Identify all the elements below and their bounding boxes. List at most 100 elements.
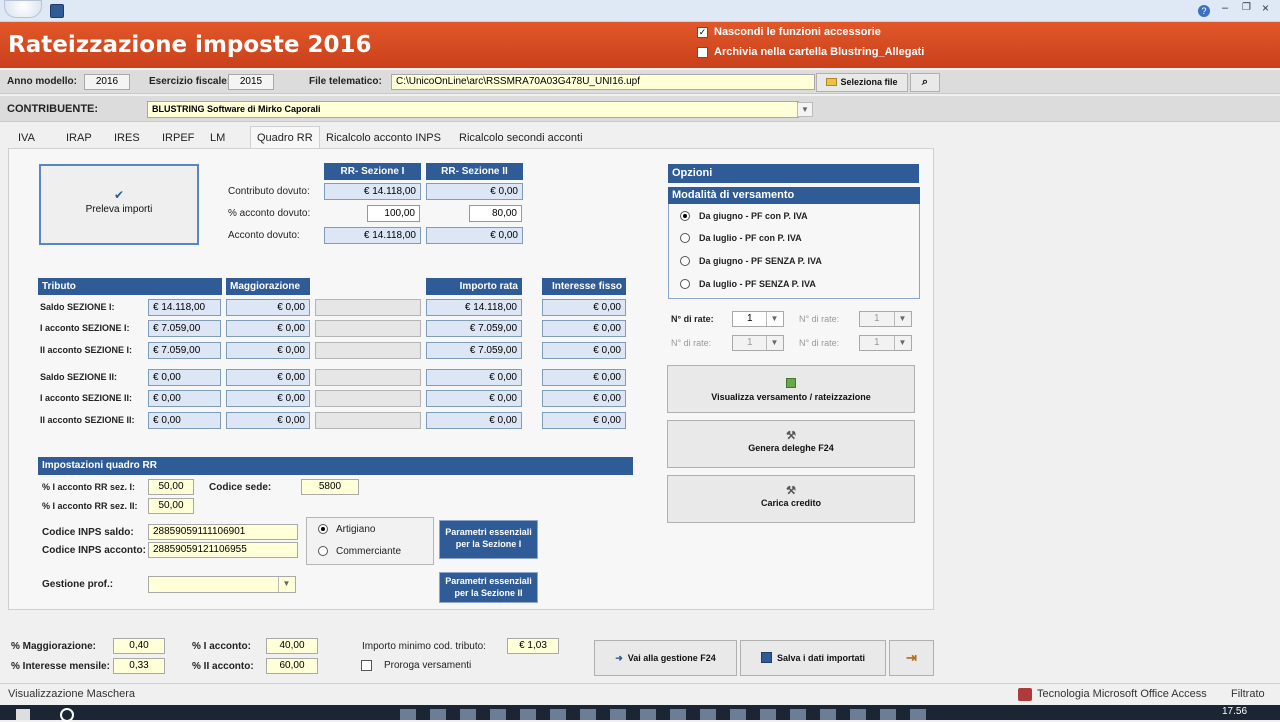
row-tributo[interactable]: € 0,00: [148, 412, 221, 429]
tab-lm[interactable]: LM: [208, 128, 227, 148]
parametri-sez2-button[interactable]: Parametri essenziali per la Sezione II: [439, 572, 538, 603]
restore-icon[interactable]: ❐: [1242, 2, 1251, 13]
row-empty: [315, 299, 421, 316]
chevron-down-icon[interactable]: ▼: [894, 312, 910, 326]
tab-ricalcolo-inps[interactable]: Ricalcolo acconto INPS: [324, 128, 443, 148]
row-tributo[interactable]: € 0,00: [148, 390, 221, 407]
row-interesse[interactable]: € 0,00: [542, 320, 626, 337]
preleva-label: Preleva importi: [85, 204, 153, 215]
row-interesse[interactable]: € 0,00: [542, 342, 626, 359]
contributo-label: Contributo dovuto:: [228, 186, 310, 197]
interesse-fisso-header: Interesse fisso: [542, 278, 626, 295]
row-magg[interactable]: € 0,00: [226, 390, 310, 407]
row-importo[interactable]: € 7.059,00: [426, 320, 522, 337]
magnifier-icon: ⌕: [921, 76, 929, 88]
contribuente-band: CONTRIBUENTE: BLUSTRING Software di Mirk…: [0, 96, 1280, 122]
help-icon[interactable]: ?: [1198, 5, 1210, 17]
row-tributo[interactable]: € 7.059,00: [148, 342, 221, 359]
row-importo[interactable]: € 7.059,00: [426, 342, 522, 359]
row-magg[interactable]: € 0,00: [226, 299, 310, 316]
anno-field[interactable]: 2016: [84, 74, 130, 90]
row-label: II acconto SEZIONE II:: [40, 415, 135, 425]
tab-ricalcolo-secondi[interactable]: Ricalcolo secondi acconti: [457, 128, 585, 148]
contribuente-combo[interactable]: BLUSTRING Software di Mirko Caporali: [147, 101, 799, 118]
seleziona-file-button[interactable]: Seleziona file: [816, 73, 908, 92]
magg-field[interactable]: 0,40: [113, 638, 165, 654]
status-left: Visualizzazione Maschera: [8, 688, 135, 700]
parametri-sez1-button[interactable]: Parametri essenziali per la Sezione I: [439, 520, 538, 559]
row-tributo[interactable]: € 14.118,00: [148, 299, 221, 316]
iacc-field[interactable]: 40,00: [266, 638, 318, 654]
genera-f24-button[interactable]: ⚒ Genera deleghe F24: [667, 420, 915, 468]
preview-button[interactable]: ⌕: [910, 73, 940, 92]
maggiorazione-header: Maggiorazione: [226, 278, 310, 295]
chevron-down-icon[interactable]: ▼: [766, 312, 782, 326]
carica-credito-button[interactable]: ⚒ Carica credito: [667, 475, 915, 523]
tab-quadro-rr[interactable]: Quadro RR: [250, 126, 320, 149]
radio-luglio-senza[interactable]: [680, 279, 690, 289]
office-logo-icon[interactable]: [4, 0, 42, 18]
row-magg[interactable]: € 0,00: [226, 412, 310, 429]
preleva-importi-button[interactable]: ✔ Preleva importi: [39, 164, 199, 245]
row-interesse[interactable]: € 0,00: [542, 390, 626, 407]
visualizza-versamento-button[interactable]: Visualizza versamento / rateizzazione: [667, 365, 915, 413]
commerciante-radio[interactable]: [318, 546, 328, 556]
int-field[interactable]: 0,33: [113, 658, 165, 674]
contribuente-label: CONTRIBUENTE:: [7, 103, 99, 115]
tab-irap[interactable]: IRAP: [64, 128, 94, 148]
row-magg[interactable]: € 0,00: [226, 320, 310, 337]
codice-sede-label: Codice sede:: [209, 482, 272, 493]
row-tributo[interactable]: € 7.059,00: [148, 320, 221, 337]
chevron-down-icon[interactable]: ▼: [278, 577, 294, 592]
acconto-sez1[interactable]: € 14.118,00: [324, 227, 421, 244]
perc-acconto-sez2[interactable]: 80,00: [469, 205, 522, 222]
contributo-sez1[interactable]: € 14.118,00: [324, 183, 421, 200]
radio-luglio-iva[interactable]: [680, 233, 690, 243]
minimize-icon[interactable]: –: [1222, 2, 1228, 14]
chevron-down-icon[interactable]: ▼: [894, 336, 910, 350]
row-interesse[interactable]: € 0,00: [542, 412, 626, 429]
row-magg[interactable]: € 0,00: [226, 369, 310, 386]
radio-giugno-iva[interactable]: [680, 211, 690, 221]
row-importo[interactable]: € 0,00: [426, 390, 522, 407]
row-tributo[interactable]: € 0,00: [148, 369, 221, 386]
windows-start-icon[interactable]: [16, 709, 30, 720]
perc-sez2-field[interactable]: 50,00: [148, 498, 194, 514]
close-icon[interactable]: ×: [1262, 1, 1269, 15]
tab-ires[interactable]: IRES: [112, 128, 142, 148]
gestione-combo[interactable]: [148, 576, 296, 593]
artigiano-radio[interactable]: [318, 524, 328, 534]
chevron-down-icon[interactable]: ▼: [766, 336, 782, 350]
codice-sede-field[interactable]: 5800: [301, 479, 359, 495]
acconto-sez2[interactable]: € 0,00: [426, 227, 523, 244]
minimo-field[interactable]: € 1,03: [507, 638, 559, 654]
esercizio-field[interactable]: 2015: [228, 74, 274, 90]
tab-irpef[interactable]: IRPEF: [160, 128, 196, 148]
perc-sez2-label: % I acconto RR sez. II:: [42, 501, 138, 511]
perc-sez1-field[interactable]: 50,00: [148, 479, 194, 495]
row-importo[interactable]: € 14.118,00: [426, 299, 522, 316]
row-interesse[interactable]: € 0,00: [542, 369, 626, 386]
vai-gestione-f24-button[interactable]: ➜ Vai alla gestione F24: [594, 640, 737, 676]
row-importo[interactable]: € 0,00: [426, 412, 522, 429]
esercizio-label: Esercizio fiscale:: [149, 76, 231, 87]
form-title: Rateizzazione imposte 2016: [8, 32, 372, 58]
inps-saldo-field[interactable]: 28859059111106901: [148, 524, 298, 540]
archivia-checkbox[interactable]: [697, 47, 708, 58]
file-field[interactable]: C:\UnicoOnLine\arc\RSSMRA70A03G478U_UNI1…: [391, 74, 815, 90]
contributo-sez2[interactable]: € 0,00: [426, 183, 523, 200]
row-interesse[interactable]: € 0,00: [542, 299, 626, 316]
salva-dati-button[interactable]: Salva i dati importati: [740, 640, 886, 676]
chevron-down-icon[interactable]: ▼: [797, 102, 813, 117]
iiacc-field[interactable]: 60,00: [266, 658, 318, 674]
access-app-icon[interactable]: [50, 4, 64, 18]
tab-iva[interactable]: IVA: [16, 128, 37, 148]
row-magg[interactable]: € 0,00: [226, 342, 310, 359]
nascondi-checkbox[interactable]: ✓: [697, 27, 708, 38]
inps-acconto-field[interactable]: 28859059121106955: [148, 542, 298, 558]
proroga-checkbox[interactable]: [361, 660, 372, 671]
exit-button[interactable]: ⇥: [889, 640, 934, 676]
perc-acconto-sez1[interactable]: 100,00: [367, 205, 420, 222]
row-importo[interactable]: € 0,00: [426, 369, 522, 386]
radio-giugno-senza[interactable]: [680, 256, 690, 266]
